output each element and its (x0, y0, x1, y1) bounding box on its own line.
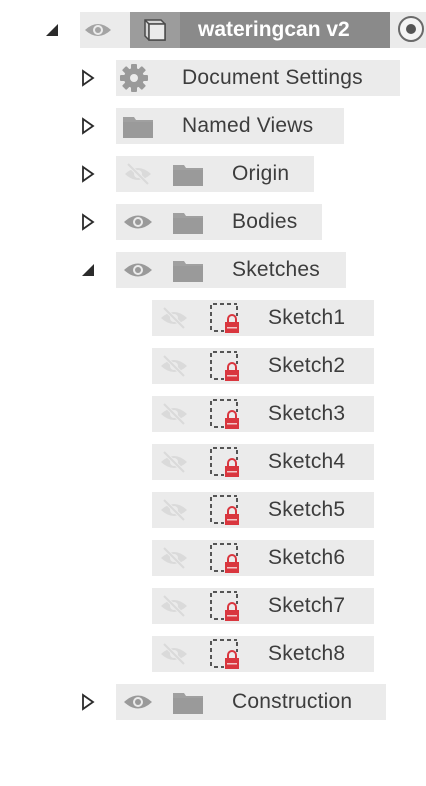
item-label: Bodies (232, 210, 298, 233)
visibility-eye-icon[interactable] (120, 252, 156, 288)
root-title: wateringcan v2 (198, 18, 350, 41)
tree-item-sketch[interactable]: Sketch1 (0, 294, 426, 342)
tree-item-sketch[interactable]: Sketch4 (0, 438, 426, 486)
item-label: Sketches (232, 258, 320, 281)
item-label: Construction (232, 690, 353, 713)
item-pill[interactable]: Bodies (116, 204, 322, 240)
item-pill[interactable]: Document Settings (116, 60, 400, 96)
expand-arrow-icon[interactable] (78, 116, 98, 136)
locked-sketch-icon (206, 396, 242, 432)
item-pill[interactable]: Sketch5 (152, 492, 374, 528)
item-pill[interactable]: Sketches (116, 252, 346, 288)
item-label: Sketch6 (268, 546, 346, 569)
tree-item-sketch[interactable]: Sketch2 (0, 342, 426, 390)
item-label: Sketch4 (268, 450, 346, 473)
item-label: Sketch3 (268, 402, 346, 425)
root-title-box[interactable]: wateringcan v2 (130, 12, 390, 48)
visibility-eye-icon[interactable] (120, 684, 156, 720)
radio-dot-icon (406, 24, 416, 34)
visibility-eye-icon[interactable] (120, 204, 156, 240)
locked-sketch-icon (206, 492, 242, 528)
folder-icon (120, 108, 156, 144)
gear-icon (116, 60, 152, 96)
tree-item-named-views[interactable]: Named Views (0, 102, 426, 150)
tree-item-document-settings[interactable]: Document Settings (0, 54, 426, 102)
tree-item-sketch[interactable]: Sketch3 (0, 390, 426, 438)
component-cube-icon (138, 16, 168, 44)
expand-arrow-icon[interactable] (78, 68, 98, 88)
locked-sketch-icon (206, 348, 242, 384)
item-label: Sketch7 (268, 594, 346, 617)
tree-item-sketch[interactable]: Sketch6 (0, 534, 426, 582)
visibility-hidden-eye-icon[interactable] (156, 444, 192, 480)
visibility-hidden-eye-icon[interactable] (156, 636, 192, 672)
folder-icon (170, 252, 206, 288)
tree-item-sketches[interactable]: Sketches (0, 246, 426, 294)
item-label: Document Settings (182, 66, 363, 89)
tree-item-sketch[interactable]: Sketch5 (0, 486, 426, 534)
expand-arrow-icon[interactable] (78, 164, 98, 184)
item-pill[interactable]: Sketch3 (152, 396, 374, 432)
folder-icon (170, 684, 206, 720)
root-pill[interactable]: wateringcan v2 (80, 12, 426, 48)
item-label: Sketch2 (268, 354, 346, 377)
item-label: Sketch1 (268, 306, 346, 329)
collapse-arrow-icon[interactable] (42, 20, 62, 40)
item-pill[interactable]: Construction (116, 684, 386, 720)
locked-sketch-icon (206, 444, 242, 480)
visibility-hidden-eye-icon[interactable] (156, 396, 192, 432)
folder-icon (170, 204, 206, 240)
visibility-hidden-eye-icon[interactable] (156, 588, 192, 624)
tree-item-construction[interactable]: Construction (0, 678, 426, 726)
item-pill[interactable]: Sketch1 (152, 300, 374, 336)
visibility-hidden-eye-icon[interactable] (156, 300, 192, 336)
visibility-hidden-eye-icon[interactable] (120, 156, 156, 192)
expand-arrow-icon[interactable] (78, 692, 98, 712)
item-pill[interactable]: Sketch4 (152, 444, 374, 480)
tree-item-origin[interactable]: Origin (0, 150, 426, 198)
browser-tree: wateringcan v2 Document Settings Named V… (0, 0, 426, 786)
item-pill[interactable]: Sketch6 (152, 540, 374, 576)
collapse-arrow-icon[interactable] (78, 260, 98, 280)
locked-sketch-icon (206, 588, 242, 624)
item-pill[interactable]: Origin (116, 156, 314, 192)
locked-sketch-icon (206, 300, 242, 336)
visibility-hidden-eye-icon[interactable] (156, 540, 192, 576)
item-label: Named Views (182, 114, 314, 137)
item-label: Origin (232, 162, 290, 185)
visibility-hidden-eye-icon[interactable] (156, 492, 192, 528)
locked-sketch-icon (206, 540, 242, 576)
activate-component-radio[interactable] (398, 16, 424, 42)
tree-item-bodies[interactable]: Bodies (0, 198, 426, 246)
item-pill[interactable]: Sketch2 (152, 348, 374, 384)
tree-item-sketch[interactable]: Sketch7 (0, 582, 426, 630)
folder-icon (170, 156, 206, 192)
visibility-hidden-eye-icon[interactable] (156, 348, 192, 384)
item-label: Sketch8 (268, 642, 346, 665)
tree-root-row[interactable]: wateringcan v2 (0, 6, 426, 54)
tree-item-sketch[interactable]: Sketch8 (0, 630, 426, 678)
item-label: Sketch5 (268, 498, 346, 521)
item-pill[interactable]: Named Views (116, 108, 344, 144)
expand-arrow-icon[interactable] (78, 212, 98, 232)
visibility-eye-icon[interactable] (80, 12, 116, 48)
locked-sketch-icon (206, 636, 242, 672)
item-pill[interactable]: Sketch8 (152, 636, 374, 672)
item-pill[interactable]: Sketch7 (152, 588, 374, 624)
